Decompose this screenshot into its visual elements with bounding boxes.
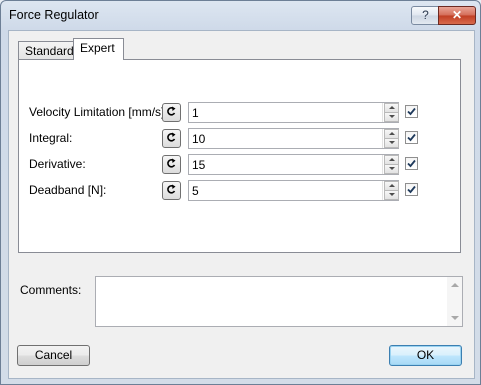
reset-button[interactable] <box>162 129 181 148</box>
dialog-client: Standard Expert Velocity Limitation [mm/… <box>8 30 475 379</box>
reset-arrow-icon <box>167 132 176 142</box>
spinbox-arrows <box>382 129 399 148</box>
enable-checkbox[interactable] <box>405 157 418 170</box>
triangle-down-icon <box>389 193 395 196</box>
enable-checkbox[interactable] <box>405 131 418 144</box>
triangle-down-icon <box>389 141 395 144</box>
checkmark-icon <box>407 159 416 168</box>
enable-checkbox[interactable] <box>405 183 418 196</box>
spinbox-value[interactable]: 10 <box>192 132 205 146</box>
spinbox-arrows <box>382 103 399 122</box>
comments-textarea[interactable] <box>95 276 463 327</box>
dialog-window: Force Regulator ? ✕ Standard Expert Velo… <box>0 0 481 385</box>
triangle-down-icon <box>389 167 395 170</box>
reset-button[interactable] <box>162 103 181 122</box>
reset-button[interactable] <box>162 155 181 174</box>
spinbox-value[interactable]: 5 <box>192 184 199 198</box>
expert-panel: Velocity Limitation [mm/s]: 1 Integral: … <box>18 59 461 253</box>
spin-down-button[interactable] <box>384 138 399 148</box>
ok-button[interactable]: OK <box>389 345 462 366</box>
triangle-down-icon <box>389 115 395 118</box>
param-label: Deadband [N]: <box>29 183 107 197</box>
title-bar[interactable]: Force Regulator ? ✕ <box>1 1 480 29</box>
reset-arrow-icon <box>167 158 176 168</box>
scroll-down-icon[interactable] <box>451 316 459 320</box>
value-spinbox[interactable]: 10 <box>188 128 399 149</box>
checkmark-icon <box>407 107 416 116</box>
checkmark-icon <box>407 185 416 194</box>
spin-down-button[interactable] <box>384 164 399 174</box>
param-row-integral: Integral: 10 <box>19 128 460 149</box>
value-spinbox[interactable]: 15 <box>188 154 399 175</box>
comments-label: Comments: <box>20 283 82 297</box>
triangle-up-icon <box>389 184 395 187</box>
close-button[interactable]: ✕ <box>438 6 476 25</box>
param-row-deadband: Deadband [N]: 5 <box>19 180 460 201</box>
help-icon: ? <box>422 8 429 22</box>
comments-scrollbar[interactable] <box>447 277 462 326</box>
spin-down-button[interactable] <box>384 190 399 200</box>
enable-checkbox[interactable] <box>405 105 418 118</box>
param-row-derivative: Derivative: 15 <box>19 154 460 175</box>
scroll-up-icon[interactable] <box>451 283 459 287</box>
window-title: Force Regulator <box>9 8 99 22</box>
spin-down-button[interactable] <box>384 112 399 122</box>
value-spinbox[interactable]: 5 <box>188 180 399 201</box>
param-label: Velocity Limitation [mm/s]: <box>29 105 168 119</box>
triangle-up-icon <box>389 106 395 109</box>
spinbox-arrows <box>382 155 399 174</box>
param-label: Integral: <box>29 131 73 145</box>
cancel-button[interactable]: Cancel <box>17 345 90 366</box>
triangle-up-icon <box>389 132 395 135</box>
tab-expert[interactable]: Expert <box>73 38 124 60</box>
reset-arrow-icon <box>167 106 176 116</box>
param-label: Derivative: <box>29 157 86 171</box>
spinbox-value[interactable]: 1 <box>192 106 199 120</box>
reset-arrow-icon <box>167 184 176 194</box>
triangle-up-icon <box>389 158 395 161</box>
spinbox-value[interactable]: 15 <box>192 158 205 172</box>
help-button[interactable]: ? <box>411 6 440 25</box>
reset-button[interactable] <box>162 181 181 200</box>
param-row-velocity-limitation: Velocity Limitation [mm/s]: 1 <box>19 102 460 123</box>
value-spinbox[interactable]: 1 <box>188 102 399 123</box>
close-icon: ✕ <box>451 8 463 22</box>
spinbox-arrows <box>382 181 399 200</box>
checkmark-icon <box>407 133 416 142</box>
